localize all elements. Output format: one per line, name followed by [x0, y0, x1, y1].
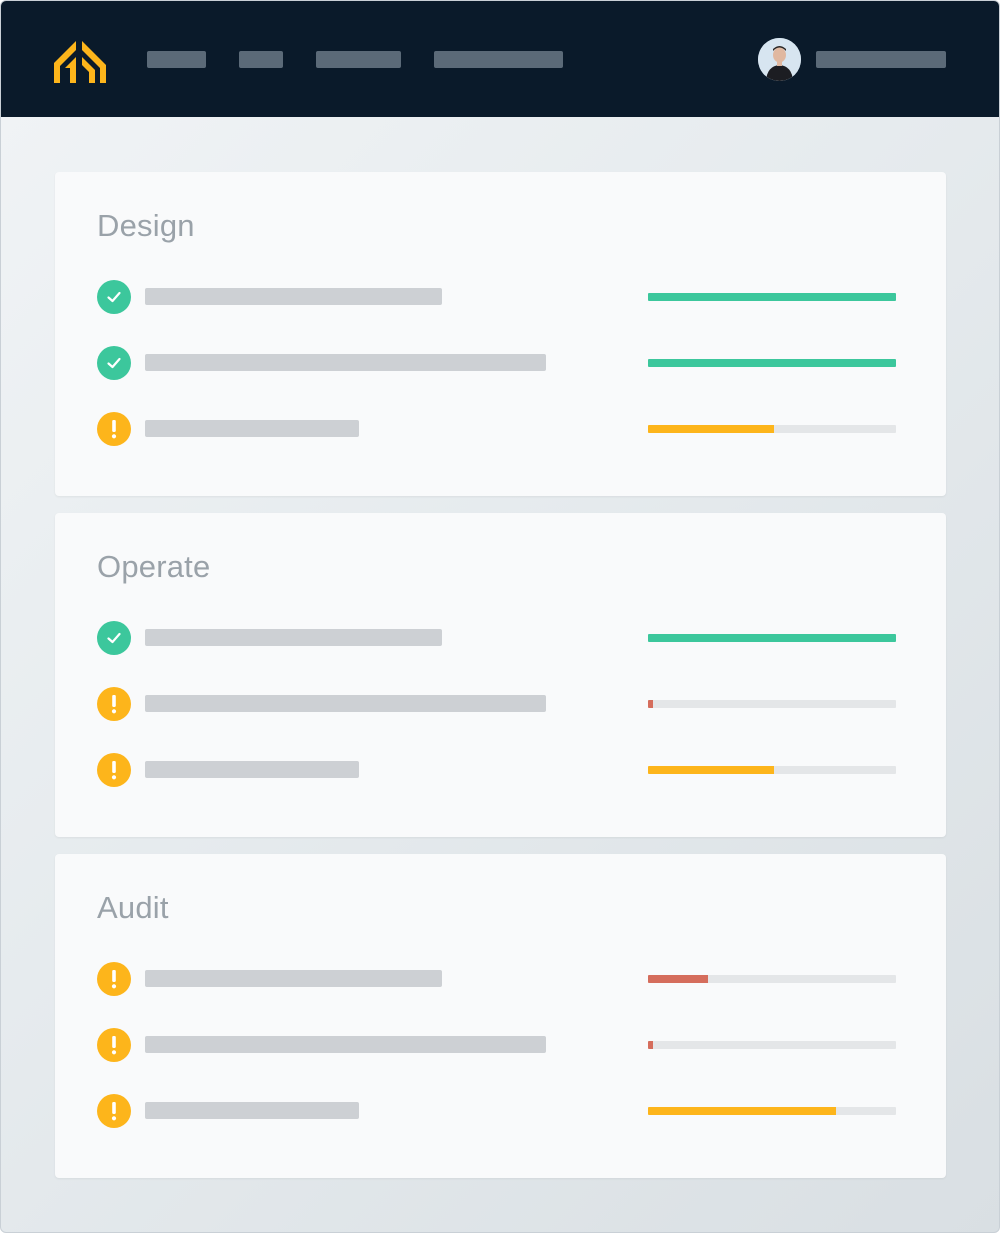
- progress-bar: [648, 766, 896, 774]
- checklist-row[interactable]: [55, 277, 946, 317]
- section-title: Audit: [97, 890, 169, 925]
- checklist-row[interactable]: [55, 409, 946, 449]
- nav-item-3[interactable]: [316, 51, 401, 68]
- checklist-row[interactable]: [55, 343, 946, 383]
- check-icon: [97, 346, 131, 380]
- exclamation-icon: [97, 1094, 131, 1128]
- section-card-design: Design: [55, 172, 946, 496]
- check-icon: [97, 621, 131, 655]
- exclamation-icon: [97, 687, 131, 721]
- progress-fill: [648, 1041, 653, 1049]
- progress-fill: [648, 425, 775, 433]
- progress-bar: [648, 634, 896, 642]
- section-title: Operate: [97, 549, 211, 584]
- section-title: Design: [97, 208, 195, 243]
- checklist-row[interactable]: [55, 684, 946, 724]
- item-label-placeholder: [145, 288, 442, 305]
- progress-bar: [648, 359, 896, 367]
- progress-fill: [648, 766, 775, 774]
- exclamation-icon: [97, 962, 131, 996]
- checklist-row[interactable]: [55, 959, 946, 999]
- progress-bar: [648, 293, 896, 301]
- progress-bar: [648, 700, 896, 708]
- item-label-placeholder: [145, 420, 359, 437]
- item-label-placeholder: [145, 629, 442, 646]
- progress-bar: [648, 425, 896, 433]
- item-label-placeholder: [145, 970, 442, 987]
- progress-bar: [648, 1107, 896, 1115]
- checklist-row[interactable]: [55, 1025, 946, 1065]
- section-card-audit: Audit: [55, 854, 946, 1178]
- progress-bar: [648, 1041, 896, 1049]
- item-label-placeholder: [145, 761, 359, 778]
- exclamation-icon: [97, 412, 131, 446]
- check-icon: [97, 280, 131, 314]
- logo-icon[interactable]: [54, 39, 106, 83]
- progress-fill: [648, 359, 896, 367]
- item-label-placeholder: [145, 1102, 359, 1119]
- item-label-placeholder: [145, 1036, 546, 1053]
- item-label-placeholder: [145, 695, 546, 712]
- checklist-row[interactable]: [55, 1091, 946, 1131]
- progress-fill: [648, 1107, 837, 1115]
- progress-fill: [648, 634, 896, 642]
- nav-item-2[interactable]: [239, 51, 283, 68]
- progress-fill: [648, 700, 653, 708]
- progress-fill: [648, 975, 708, 983]
- progress-fill: [648, 293, 896, 301]
- exclamation-icon: [97, 753, 131, 787]
- checklist-row[interactable]: [55, 618, 946, 658]
- nav-item-4[interactable]: [434, 51, 563, 68]
- exclamation-icon: [97, 1028, 131, 1062]
- progress-bar: [648, 975, 896, 983]
- user-name[interactable]: [816, 51, 946, 68]
- top-navigation-bar: [1, 1, 999, 117]
- item-label-placeholder: [145, 354, 546, 371]
- user-avatar[interactable]: [758, 38, 801, 81]
- nav-item-1[interactable]: [147, 51, 206, 68]
- checklist-row[interactable]: [55, 750, 946, 790]
- app-window: Design Operate Audit: [0, 0, 1000, 1233]
- section-card-operate: Operate: [55, 513, 946, 837]
